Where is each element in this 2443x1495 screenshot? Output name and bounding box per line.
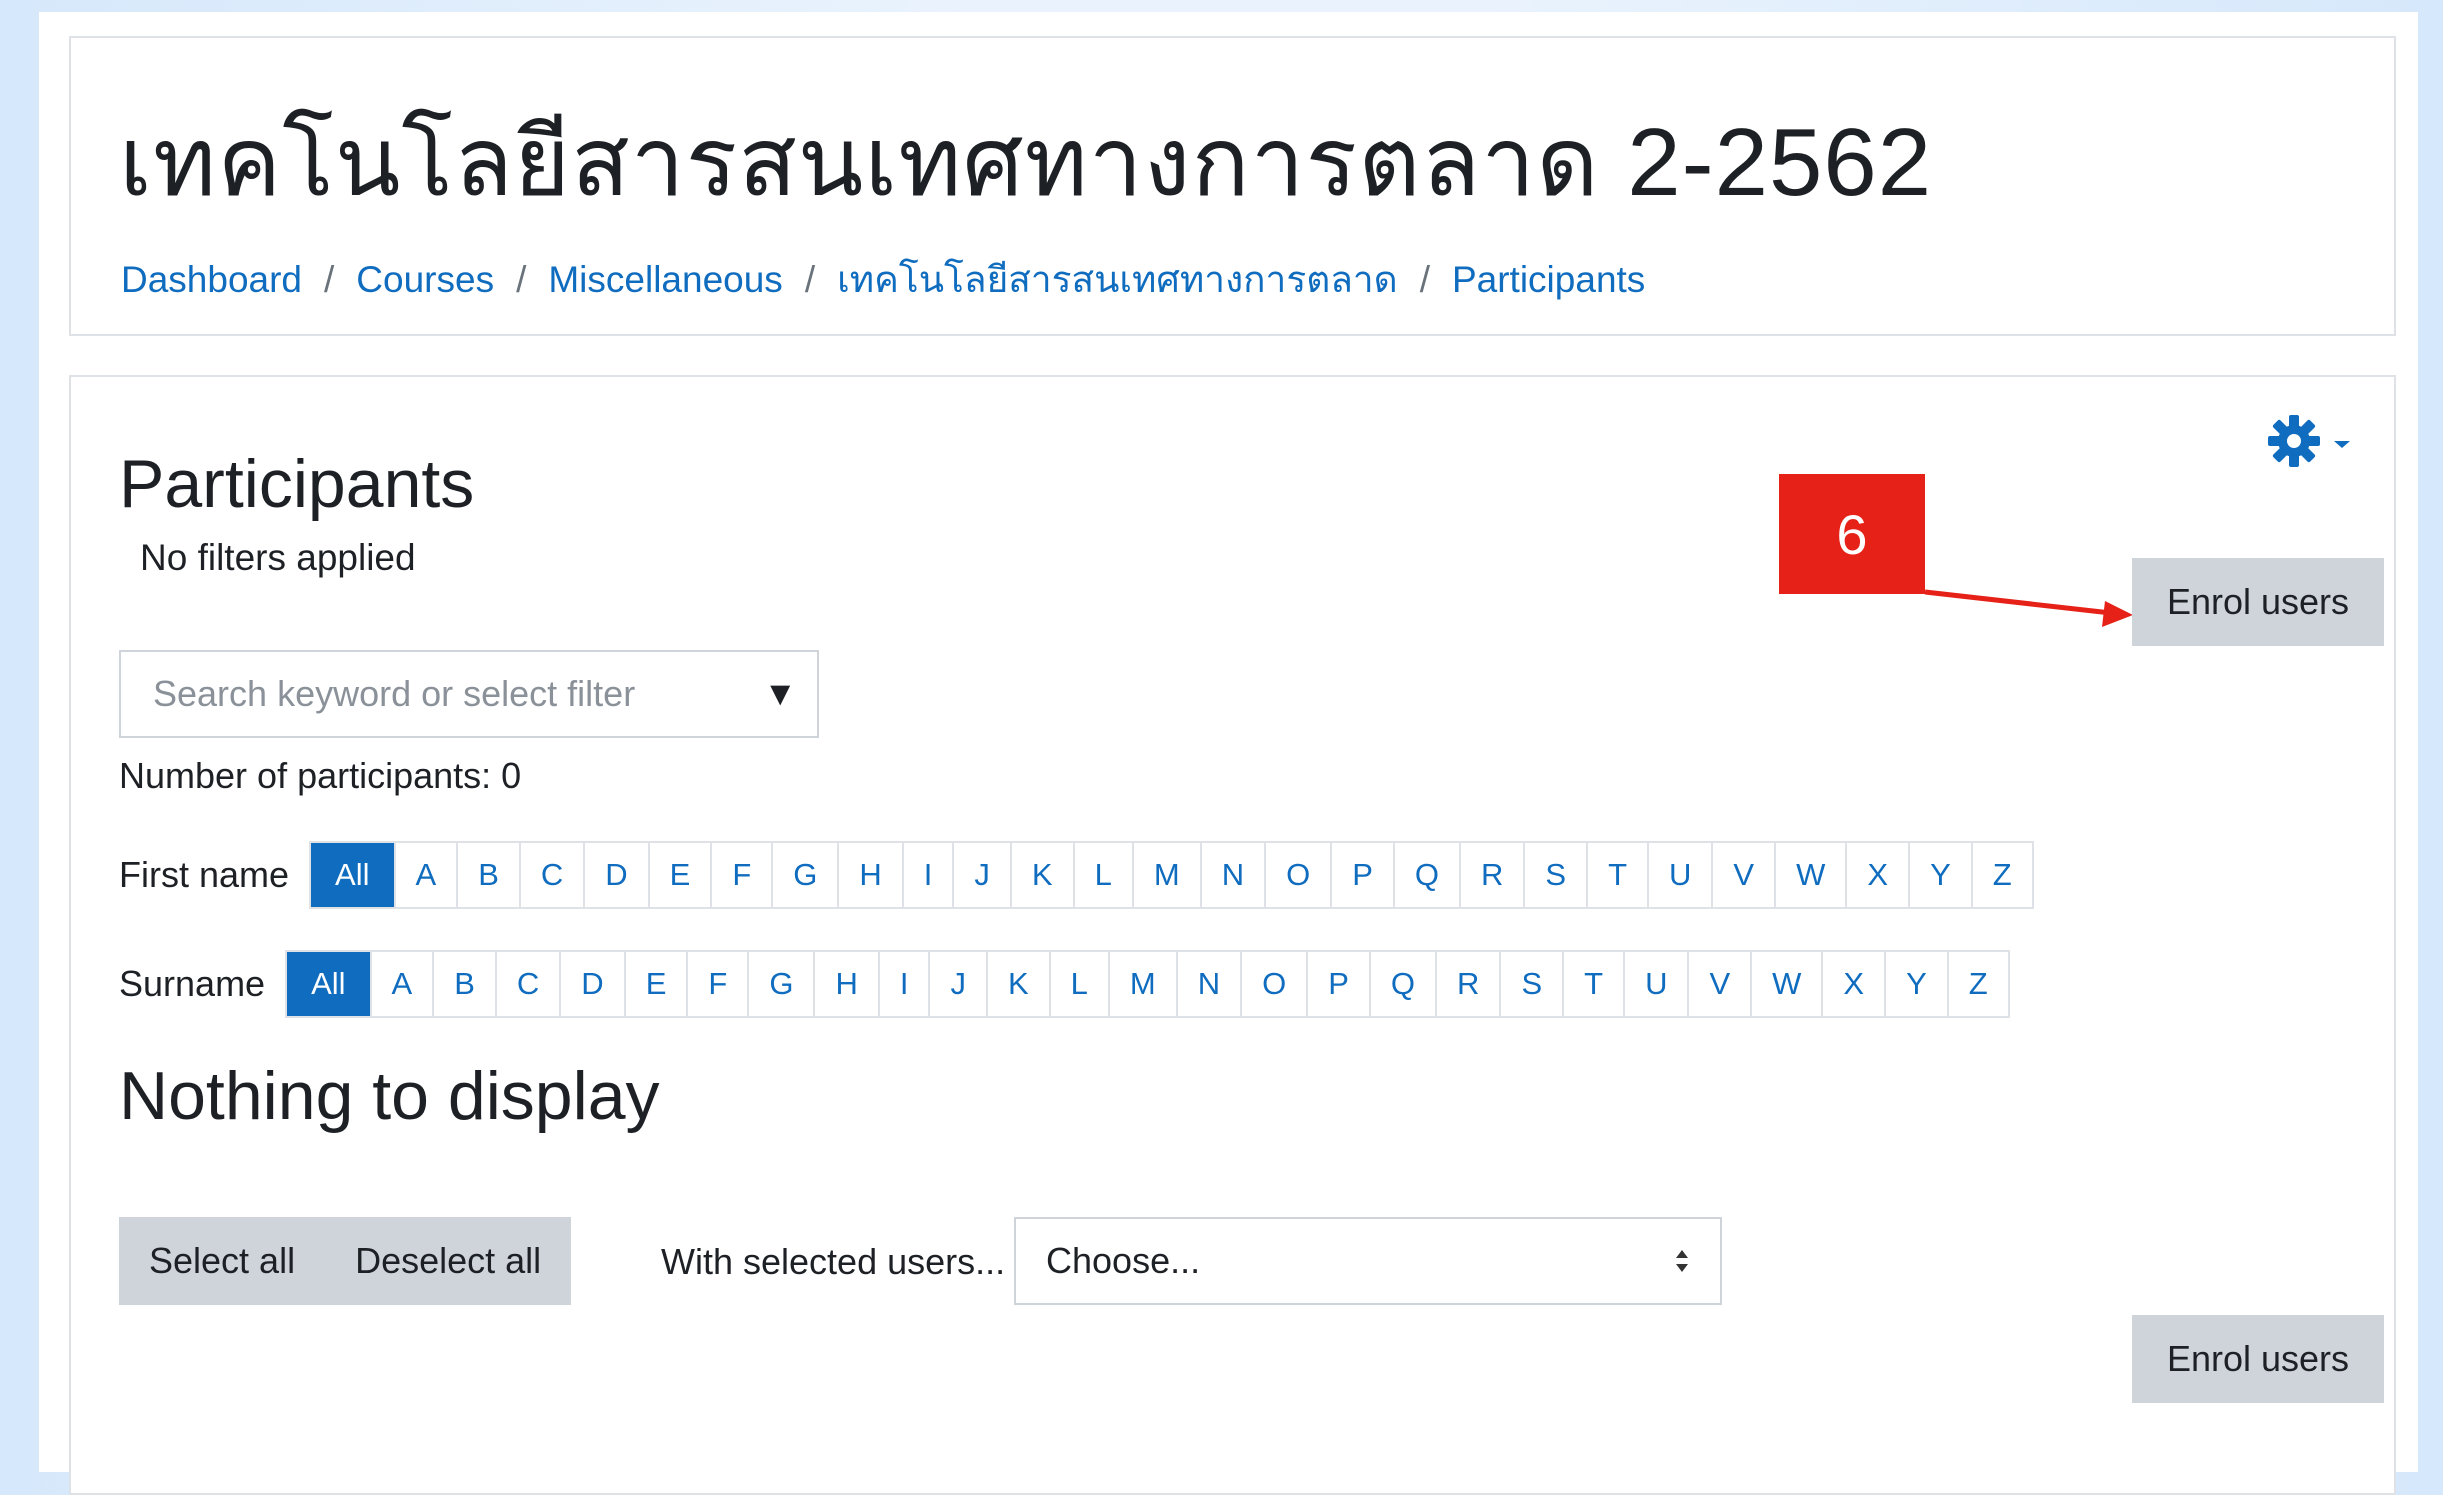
surname-initial-h[interactable]: H [813, 952, 877, 1016]
select-arrows-icon [1674, 1248, 1690, 1274]
first-name-initial-z[interactable]: Z [1970, 843, 2032, 907]
surname-initial-q[interactable]: Q [1368, 952, 1435, 1016]
first-name-initial-k[interactable]: K [1009, 843, 1073, 907]
breadcrumb-participants[interactable]: Participants [1452, 259, 1645, 300]
first-name-initial-d[interactable]: D [583, 843, 647, 907]
first-name-initial-j[interactable]: J [952, 843, 1010, 907]
surname-initial-e[interactable]: E [623, 952, 687, 1016]
surname-initial-r[interactable]: R [1435, 952, 1499, 1016]
first-name-initial-b[interactable]: B [456, 843, 519, 907]
surname-initial-v[interactable]: V [1687, 952, 1750, 1016]
page-header: เทคโนโลยีสารสนเทศทางการตลาด 2-2562 Dashb… [69, 36, 2396, 336]
first-name-label: First name [119, 854, 290, 895]
first-name-initials-bar: All A B C D E F G H I J K L M N O P Q R S T U V W X Y Z [309, 841, 2034, 909]
first-name-initial-o[interactable]: O [1264, 843, 1330, 907]
annotation-badge: 6 [1779, 474, 1925, 594]
first-name-initials: First name All A B C D E F G H I J K L M N O P Q R S T U V W X Y Z [119, 841, 2034, 909]
surname-initial-j[interactable]: J [928, 952, 986, 1016]
surname-initial-s[interactable]: S [1499, 952, 1562, 1016]
breadcrumb-separator: / [804, 259, 816, 300]
surname-initial-m[interactable]: M [1107, 952, 1176, 1016]
first-name-initial-a[interactable]: A [393, 843, 457, 907]
breadcrumb-separator: / [1419, 259, 1430, 300]
search-filter-box[interactable]: ▼ [119, 650, 819, 738]
surname-initials-bar: All A B C D E F G H I J K L M N O P Q R S T U V W X Y Z [285, 950, 2010, 1018]
first-name-initial-q[interactable]: Q [1392, 843, 1459, 907]
surname-initial-all[interactable]: All [287, 952, 370, 1016]
surname-initial-d[interactable]: D [559, 952, 623, 1016]
first-name-initial-r[interactable]: R [1459, 843, 1523, 907]
enrol-users-button-bottom[interactable]: Enrol users [2132, 1315, 2384, 1403]
first-name-initial-e[interactable]: E [647, 843, 711, 907]
breadcrumb-dashboard[interactable]: Dashboard [121, 259, 302, 300]
surname-initial-f[interactable]: F [686, 952, 747, 1016]
first-name-initial-f[interactable]: F [710, 843, 771, 907]
first-name-initial-c[interactable]: C [518, 843, 583, 907]
bulk-action-value: Choose... [1046, 1240, 1201, 1281]
settings-menu-button[interactable] [2266, 413, 2356, 469]
course-title: เทคโนโลยีสารสนเทศทางการตลาด 2-2562 [119, 109, 1933, 216]
surname-initial-g[interactable]: G [747, 952, 813, 1016]
first-name-initial-n[interactable]: N [1199, 843, 1264, 907]
first-name-initial-all[interactable]: All [311, 843, 394, 907]
first-name-initial-w[interactable]: W [1774, 843, 1845, 907]
first-name-initial-s[interactable]: S [1523, 843, 1586, 907]
page-title: Participants [119, 446, 475, 522]
deselect-all-button[interactable]: Deselect all [325, 1217, 571, 1305]
bulk-action-select[interactable]: Choose... [1014, 1217, 1722, 1305]
first-name-initial-t[interactable]: T [1586, 843, 1647, 907]
surname-initial-z[interactable]: Z [1946, 952, 2008, 1016]
surname-initial-x[interactable]: X [1821, 952, 1884, 1016]
surname-initial-t[interactable]: T [1562, 952, 1623, 1016]
first-name-initial-x[interactable]: X [1845, 843, 1908, 907]
first-name-initial-m[interactable]: M [1131, 843, 1200, 907]
first-name-initial-i[interactable]: I [901, 843, 953, 907]
enrol-users-button[interactable]: Enrol users [2132, 558, 2384, 646]
surname-initial-u[interactable]: U [1623, 952, 1687, 1016]
first-name-initial-p[interactable]: P [1330, 843, 1393, 907]
surname-initial-l[interactable]: L [1048, 952, 1108, 1016]
surname-initial-n[interactable]: N [1175, 952, 1240, 1016]
breadcrumb: Dashboard / Courses / Miscellaneous / เทคโนโลย… [121, 250, 1645, 309]
surname-initial-y[interactable]: Y [1884, 952, 1947, 1016]
participants-count: Number of participants: 0 [119, 755, 522, 796]
participants-card: Participants No filters applied 6 Enrol … [69, 375, 2396, 1495]
filters-status: No filters applied [140, 537, 416, 578]
select-all-button[interactable]: Select all [119, 1217, 325, 1305]
surname-label: Surname [119, 963, 266, 1004]
search-input[interactable] [151, 672, 735, 716]
surname-initial-b[interactable]: B [432, 952, 495, 1016]
gear-icon [2268, 415, 2350, 467]
breadcrumb-courses[interactable]: Courses [356, 259, 494, 300]
empty-message: Nothing to display [119, 1058, 660, 1134]
breadcrumb-course[interactable]: เทคโนโลยีสารสนเทศทางการตลาด [837, 259, 1398, 300]
breadcrumb-separator: / [324, 259, 335, 300]
dropdown-arrow-icon[interactable]: ▼ [763, 675, 797, 714]
surname-initial-i[interactable]: I [877, 952, 929, 1016]
first-name-initial-l[interactable]: L [1072, 843, 1132, 907]
surname-initial-c[interactable]: C [494, 952, 559, 1016]
first-name-initial-h[interactable]: H [837, 843, 901, 907]
first-name-initial-u[interactable]: U [1647, 843, 1711, 907]
surname-initial-o[interactable]: O [1240, 952, 1306, 1016]
surname-initials: Surname All A B C D E F G H I J K L M N O P Q R S T U V W X Y Z [119, 950, 2010, 1018]
breadcrumb-separator: / [516, 259, 527, 300]
bulk-selection-buttons: Select all Deselect all [119, 1217, 572, 1305]
surname-initial-w[interactable]: W [1750, 952, 1821, 1016]
first-name-initial-g[interactable]: G [771, 843, 837, 907]
first-name-initial-v[interactable]: V [1711, 843, 1774, 907]
surname-initial-a[interactable]: A [369, 952, 433, 1016]
surname-initial-p[interactable]: P [1306, 952, 1369, 1016]
page: เทคโนโลยีสารสนเทศทางการตลาด 2-2562 Dashb… [39, 12, 2418, 1495]
caret-down-icon [2334, 441, 2350, 448]
breadcrumb-miscellaneous[interactable]: Miscellaneous [548, 259, 782, 300]
with-selected-label: With selected users... [661, 1241, 1006, 1282]
first-name-initial-y[interactable]: Y [1908, 843, 1971, 907]
surname-initial-k[interactable]: K [985, 952, 1049, 1016]
